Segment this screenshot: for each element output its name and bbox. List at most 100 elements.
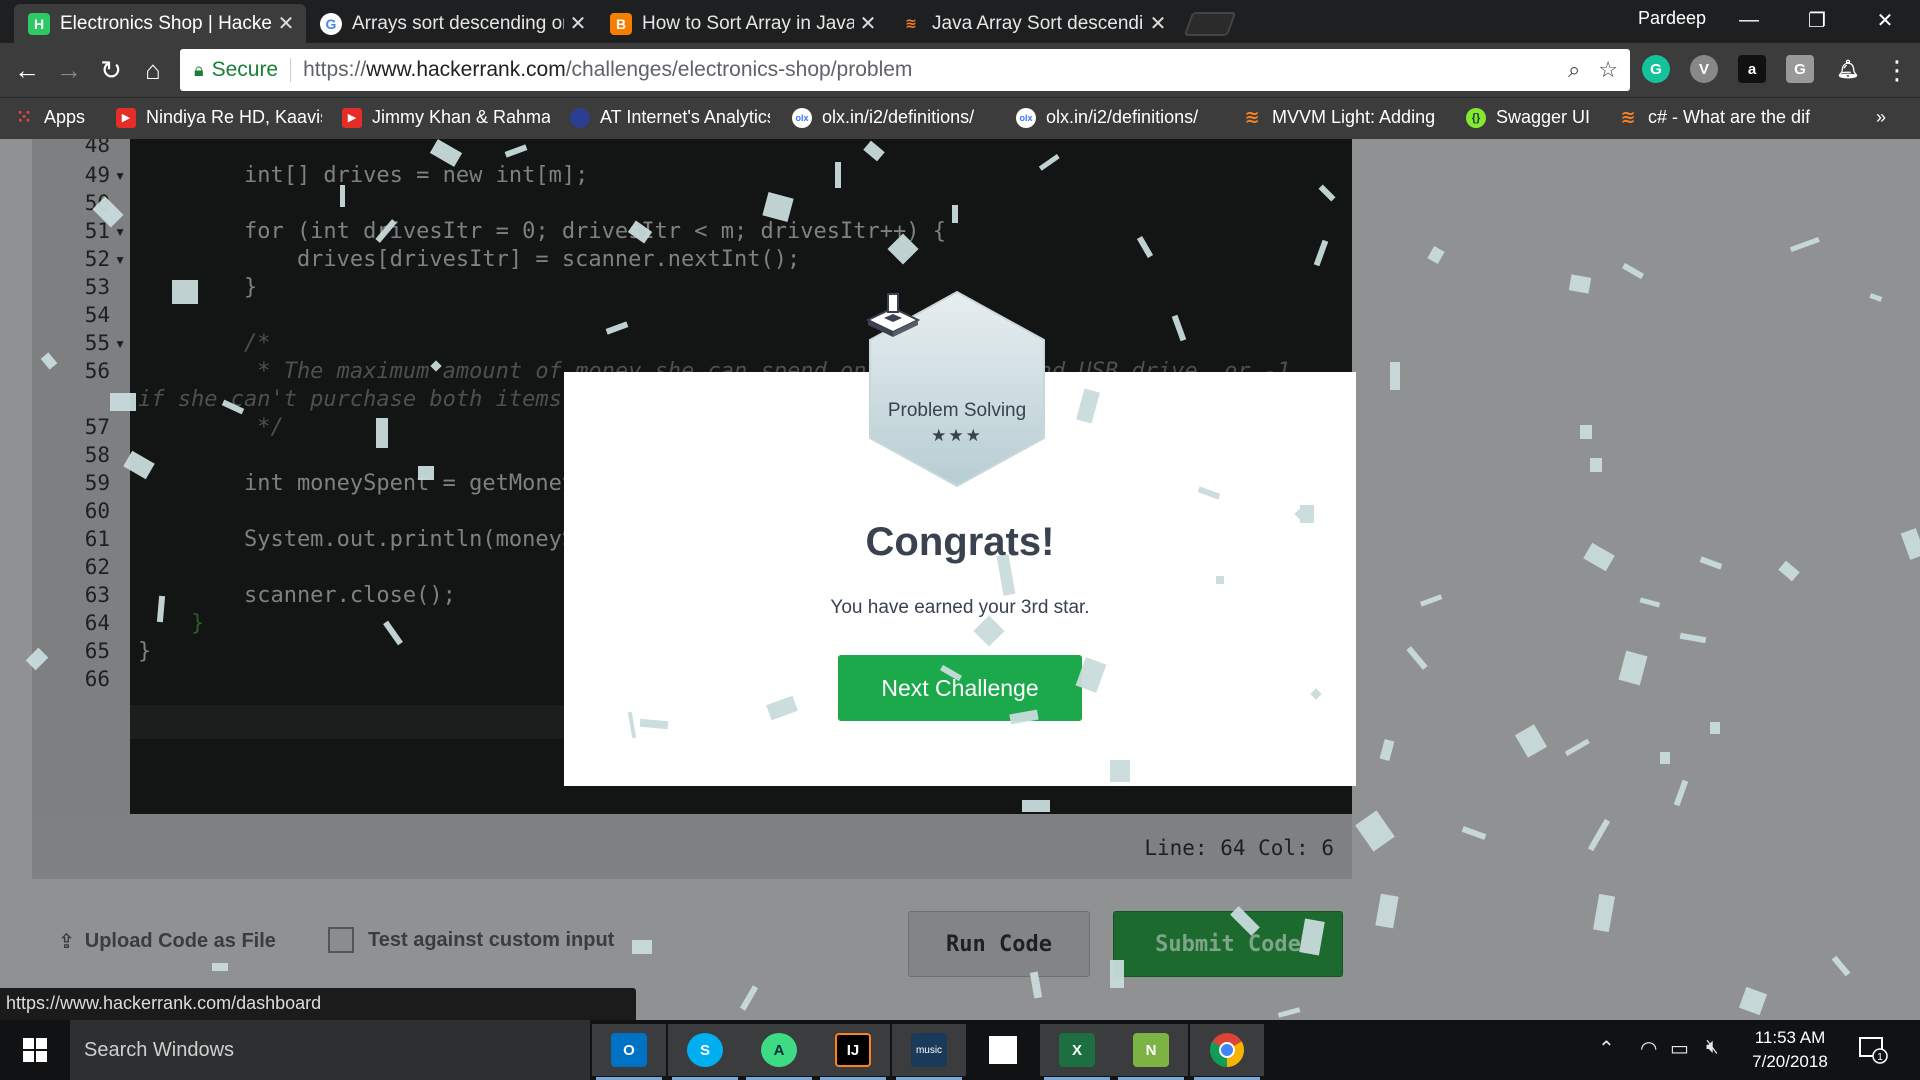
tab-title: Arrays sort descending order xyxy=(352,12,564,34)
minimize-icon[interactable]: — xyxy=(1716,0,1782,40)
new-tab-button[interactable] xyxy=(1183,12,1237,36)
reload-icon[interactable]: ↻ xyxy=(94,53,128,87)
battery-icon[interactable]: ▭ xyxy=(1670,1036,1689,1061)
close-tab-icon[interactable]: ✕ xyxy=(854,11,882,36)
tab-title: Electronics Shop | HackerRank xyxy=(60,12,272,34)
bookmarks-overflow-button[interactable]: » xyxy=(1876,107,1906,128)
custom-input-checkbox[interactable] xyxy=(328,927,354,953)
fold-arrow-icon[interactable]: ▼ xyxy=(114,169,126,183)
taskbar-intellij[interactable]: IJ xyxy=(816,1024,890,1080)
link-status-bubble: https://www.hackerrank.com/dashboard xyxy=(0,988,636,1020)
taskbar-notepad-plus[interactable]: N xyxy=(1114,1024,1188,1080)
close-window-icon[interactable]: ✕ xyxy=(1852,0,1918,40)
bookmark-csharp[interactable]: ≋ c# - What are the dif xyxy=(1618,107,1832,128)
line-col-indicator: Line: 64 Col: 6 xyxy=(1144,836,1334,860)
bookmark-apps[interactable]: ⁙ Apps xyxy=(14,107,114,128)
amazon-icon[interactable]: a xyxy=(1738,55,1766,83)
line-number: 48 xyxy=(84,139,110,157)
code-line: /* xyxy=(138,331,271,356)
close-tab-icon[interactable]: ✕ xyxy=(272,11,300,36)
close-tab-icon[interactable]: ✕ xyxy=(1144,11,1172,36)
line-number: 61 xyxy=(84,527,110,551)
windows-start-button[interactable] xyxy=(0,1020,70,1080)
chrome-menu-icon[interactable]: ⋮ xyxy=(1880,53,1914,87)
line-number: 52 xyxy=(84,247,110,271)
taskbar-android-studio[interactable]: A xyxy=(742,1024,816,1080)
wifi-icon[interactable]: ◠ xyxy=(1640,1036,1657,1061)
volume-muted-icon[interactable]: 🔇︎ xyxy=(1706,1036,1719,1059)
upload-code-button[interactable]: ⇪ Upload Code as File xyxy=(58,929,276,954)
home-icon[interactable]: ⌂ xyxy=(136,53,170,87)
congrats-heading: Congrats! xyxy=(865,520,1055,564)
bookmark-mvvm-light[interactable]: ≋ MVVM Light: Adding xyxy=(1242,107,1448,128)
bookmark-nindiya[interactable]: ▶ Nindiya Re HD, Kaavish xyxy=(116,107,322,128)
submit-code-button[interactable]: Submit Code xyxy=(1113,911,1343,977)
line-number: 55 xyxy=(84,331,110,355)
close-tab-icon[interactable]: ✕ xyxy=(564,11,592,36)
profile-name[interactable]: Pardeep xyxy=(1638,8,1706,29)
back-icon[interactable]: ← xyxy=(10,53,44,87)
vimeo-icon[interactable]: V xyxy=(1690,55,1718,83)
bookmark-star-icon[interactable]: ☆ xyxy=(1598,57,1618,83)
run-code-button[interactable]: Run Code xyxy=(908,911,1090,977)
bookmark-swagger[interactable]: {} Swagger UI xyxy=(1466,107,1606,128)
stackoverflow-icon: ≋ xyxy=(1620,107,1636,127)
fold-arrow-icon[interactable]: ▼ xyxy=(114,253,126,267)
tab-how-to-sort[interactable]: B How to Sort Array in Java ✕ xyxy=(596,4,888,43)
taskbar-outlook[interactable]: O xyxy=(592,1024,666,1080)
apps-grid-icon: ⁙ xyxy=(16,107,32,127)
gray-extension-icon[interactable]: G xyxy=(1786,55,1814,83)
badge-stars: ★★★ xyxy=(931,426,983,445)
stackoverflow-icon: ≋ xyxy=(1244,107,1260,127)
hackerrank-icon: H xyxy=(28,12,50,35)
windows-search-box[interactable]: Search Windows xyxy=(70,1020,590,1080)
code-line: */ xyxy=(138,415,284,440)
outlook-icon: O xyxy=(611,1033,647,1067)
windows-taskbar: Search Windows O S A IJ music X N ⌃ ◠ ▭ … xyxy=(0,1020,1920,1080)
line-number: 53 xyxy=(84,275,110,299)
earned-message: You have earned your 3rd star. xyxy=(830,597,1090,618)
tab-title: How to Sort Array in Java xyxy=(642,12,854,34)
grammarly-icon[interactable]: G xyxy=(1642,55,1670,83)
taskbar-sticky-notes[interactable] xyxy=(966,1024,1040,1076)
next-challenge-button[interactable]: Next Challenge xyxy=(838,655,1082,721)
fold-arrow-icon[interactable]: ▼ xyxy=(114,225,126,239)
show-hidden-icons-icon[interactable]: ⌃ xyxy=(1598,1036,1615,1061)
at-internet-icon xyxy=(570,107,590,128)
bookmark-at-internet[interactable]: AT Internet's Analytics xyxy=(570,107,770,128)
code-line: for (int drivesItr = 0; drivesItr < m; d… xyxy=(138,219,946,244)
fold-arrow-icon[interactable]: ▼ xyxy=(114,337,126,351)
tab-java-array-sort[interactable]: ≋ Java Array Sort descending ✕ xyxy=(886,4,1178,43)
skype-icon: S xyxy=(687,1033,723,1067)
amazon-music-icon: music xyxy=(911,1033,947,1067)
olx-icon: olx xyxy=(1016,107,1036,128)
bookmark-jimmy-khan[interactable]: ▶ Jimmy Khan & Rahma xyxy=(342,107,550,128)
taskbar-skype[interactable]: S xyxy=(668,1024,742,1080)
problem-solving-icon xyxy=(866,293,920,337)
tab-electronics-shop[interactable]: H Electronics Shop | HackerRank ✕ xyxy=(14,4,306,43)
bookmark-olx-1[interactable]: olx olx.in/i2/definitions/ xyxy=(792,107,998,128)
tab-arrays-sort[interactable]: G Arrays sort descending order ✕ xyxy=(306,4,598,43)
code-line: } xyxy=(138,611,205,636)
address-bar[interactable]: 🔒︎ Secure https://www.hackerrank.com/cha… xyxy=(180,49,1630,91)
bell-extension-icon[interactable]: 🔔︎ xyxy=(1834,55,1862,83)
url-scheme: https:// xyxy=(303,58,367,81)
taskbar-excel[interactable]: X xyxy=(1040,1024,1114,1080)
swagger-icon: {} xyxy=(1466,107,1486,128)
taskbar-amazon-music[interactable]: music xyxy=(892,1024,966,1080)
notification-center-icon[interactable]: 1 xyxy=(1858,1034,1888,1064)
problem-solving-badge: Problem Solving ★★★ xyxy=(866,290,1048,488)
bookmark-olx-2[interactable]: olx olx.in/i2/definitions/ xyxy=(1016,107,1222,128)
line-number: 66 xyxy=(84,667,110,691)
line-number: 59 xyxy=(84,471,110,495)
line-number: 63 xyxy=(84,583,110,607)
upload-label: Upload Code as File xyxy=(84,930,276,952)
taskbar-chrome[interactable] xyxy=(1190,1024,1264,1080)
forward-icon[interactable]: → xyxy=(52,53,86,87)
zoom-icon[interactable]: ⌕ xyxy=(1568,57,1580,83)
restore-icon[interactable]: ❐ xyxy=(1784,0,1850,40)
custom-input-label[interactable]: Test against custom input xyxy=(368,929,614,952)
taskbar-clock[interactable]: 11:53 AM 7/20/2018 xyxy=(1735,1026,1845,1074)
clock-time: 11:53 AM xyxy=(1754,1028,1826,1047)
line-number: 64 xyxy=(84,611,110,635)
